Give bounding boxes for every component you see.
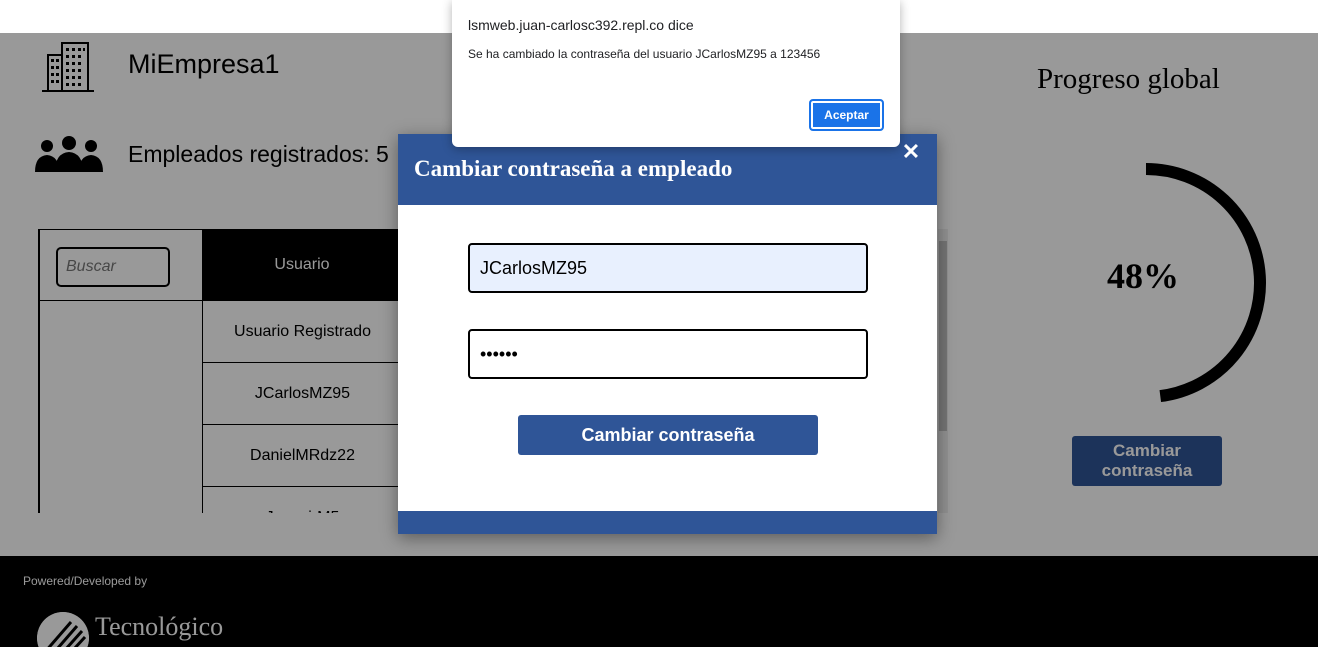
browser-alert-dialog: lsmweb.juan-carlosc392.repl.co dice Se h… xyxy=(452,0,900,147)
submit-password-button[interactable]: Cambiar contraseña xyxy=(518,415,818,455)
close-icon[interactable]: ✕ xyxy=(899,140,923,164)
modal-title: Cambiar contraseña a empleado xyxy=(414,156,733,181)
alert-accept-button[interactable]: Aceptar xyxy=(809,99,884,131)
username-field[interactable] xyxy=(468,243,868,293)
change-password-modal: Cambiar contraseña a empleado ✕ Cambiar … xyxy=(398,134,937,534)
password-field[interactable] xyxy=(468,329,868,379)
alert-message: Se ha cambiado la contraseña del usuario… xyxy=(468,47,821,61)
alert-origin: lsmweb.juan-carlosc392.repl.co dice xyxy=(468,17,694,33)
modal-footer xyxy=(398,511,937,534)
